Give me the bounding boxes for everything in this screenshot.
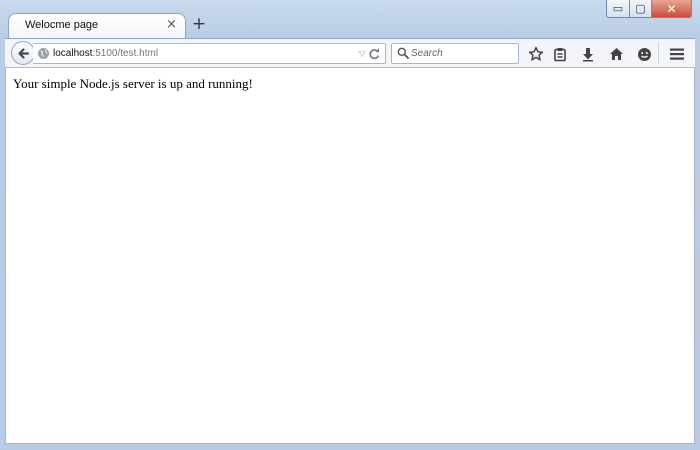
address-bar[interactable]: localhost:5100/test.html ▽ [33,43,386,64]
download-icon[interactable] [579,45,597,63]
minimize-button[interactable]: ▭ [606,0,630,18]
dropdown-icon[interactable]: ▽ [359,49,365,58]
back-button[interactable] [11,41,35,65]
page-text: Your simple Node.js server is up and run… [13,76,253,91]
tab-title: Welocme page [25,19,99,31]
bookmark-star-icon[interactable] [527,45,545,63]
tab-welcome-page[interactable]: Welocme page × [8,13,186,39]
back-icon [17,47,29,59]
close-window-button[interactable]: ✕ [652,0,692,18]
window-controls: ▭ ▢ ✕ [606,0,692,18]
hello-icon[interactable] [635,45,653,63]
home-icon[interactable] [607,45,625,63]
menu-icon[interactable] [668,45,686,63]
new-tab-button[interactable]: + [191,15,207,33]
search-input[interactable] [411,46,511,60]
search-bar[interactable] [391,43,519,64]
url-text: localhost:5100/test.html [53,48,158,59]
reading-list-icon[interactable] [551,45,569,63]
browser-window: ▭ ▢ ✕ Welocme page × + localhost:5100/te… [0,0,700,450]
navigation-toolbar: localhost:5100/test.html ▽ [5,38,695,68]
url-host: localhost [53,48,93,59]
url-path: :5100/test.html [92,48,159,59]
globe-icon [38,48,49,59]
page-content: Your simple Node.js server is up and run… [5,68,695,444]
toolbar-separator [658,42,659,64]
tab-close-icon[interactable]: × [166,17,177,33]
maximize-button[interactable]: ▢ [630,0,652,18]
reload-icon[interactable] [368,47,381,61]
search-icon [397,47,409,59]
